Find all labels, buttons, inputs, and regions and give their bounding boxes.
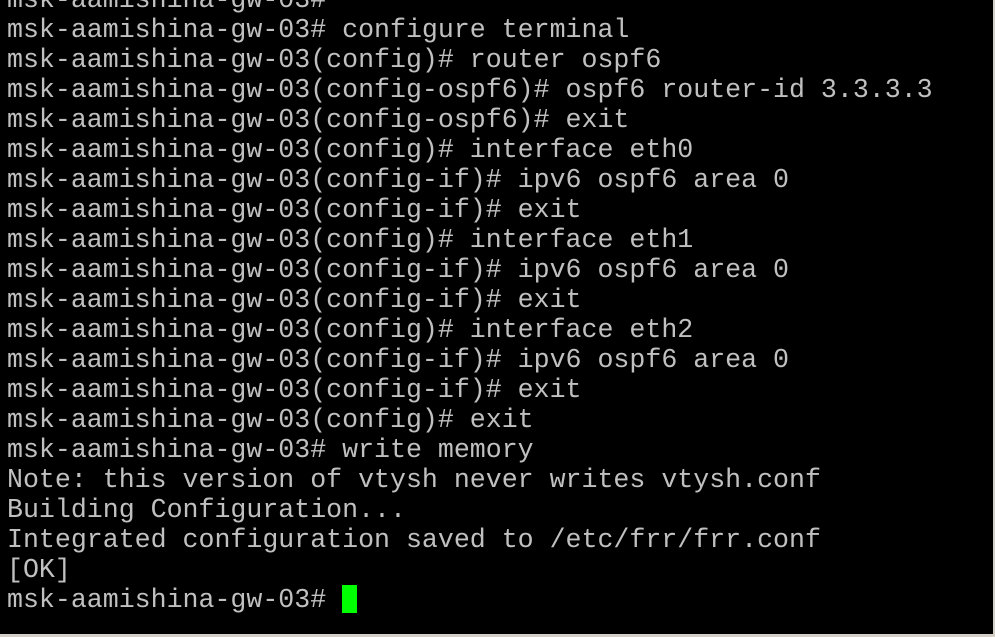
terminal-line: msk-aamishina-gw-03(config)# interface e… (7, 315, 694, 345)
terminal-line: msk-aamishina-gw-03# write memory (7, 435, 534, 465)
terminal-line: msk-aamishina-gw-03(config-ospf6)# ospf6… (7, 75, 933, 105)
terminal-line: msk-aamishina-gw-03(config)# interface e… (7, 225, 694, 255)
terminal-line: msk-aamishina-gw-03(config-if)# ipv6 osp… (7, 345, 789, 375)
terminal-line: msk-aamishina-gw-03(config)# exit (7, 405, 534, 435)
terminal-prompt: msk-aamishina-gw-03# (7, 585, 327, 615)
terminal-window[interactable]: msk-aamishina-gw-03# msk-aamishina-gw-03… (0, 0, 995, 637)
terminal-line: Building Configuration... (7, 495, 406, 525)
terminal-prompt-line[interactable]: msk-aamishina-gw-03# (7, 585, 933, 615)
terminal-line: Note: this version of vtysh never writes… (7, 465, 821, 495)
terminal-line: msk-aamishina-gw-03# configure terminal (7, 15, 630, 45)
terminal-line: msk-aamishina-gw-03(config-ospf6)# exit (7, 105, 630, 135)
terminal-line: msk-aamishina-gw-03(config-if)# ipv6 osp… (7, 255, 789, 285)
terminal-output: msk-aamishina-gw-03# msk-aamishina-gw-03… (7, 0, 933, 615)
terminal-line: msk-aamishina-gw-03(config)# router ospf… (7, 45, 662, 75)
terminal-line: msk-aamishina-gw-03# (7, 0, 327, 15)
terminal-line: msk-aamishina-gw-03(config-if)# exit (7, 375, 582, 405)
terminal-line: msk-aamishina-gw-03(config-if)# exit (7, 285, 582, 315)
terminal-line: msk-aamishina-gw-03(config)# interface e… (7, 135, 694, 165)
terminal-cursor (342, 585, 358, 613)
terminal-line: [OK] (7, 555, 71, 585)
terminal-line: msk-aamishina-gw-03(config-if)# exit (7, 195, 582, 225)
terminal-line: msk-aamishina-gw-03(config-if)# ipv6 osp… (7, 165, 789, 195)
terminal-line: Integrated configuration saved to /etc/f… (7, 525, 821, 555)
